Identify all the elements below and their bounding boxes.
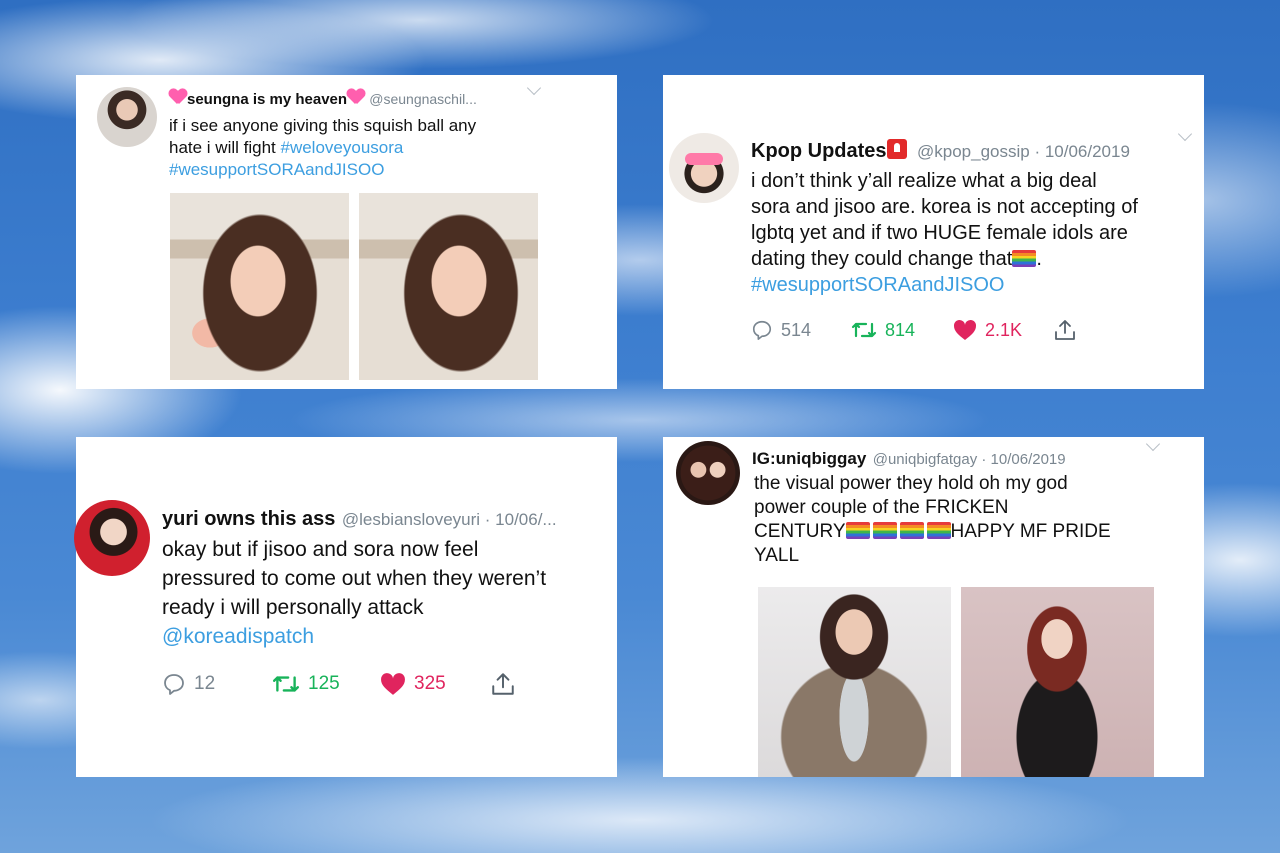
avatar[interactable]: [97, 87, 157, 147]
chevron-down-icon[interactable]: [526, 80, 542, 96]
tweet-text-line: if i see anyone giving this squish ball …: [169, 116, 477, 135]
sunglasses-icon: [685, 153, 723, 165]
avatar[interactable]: [676, 441, 740, 505]
mention-link[interactable]: @koreadispatch: [162, 622, 546, 651]
rainbow-flag-icon: [1012, 250, 1037, 267]
chevron-down-icon[interactable]: [1145, 437, 1161, 452]
user-handle[interactable]: @uniqbigfatgay · 10/06/2019: [873, 451, 1066, 468]
tweet-text-line: dating they could change that: [751, 248, 1013, 270]
reply-icon: [752, 320, 772, 340]
heart-icon: [953, 319, 977, 340]
user-handle[interactable]: @lesbiansloveyuri · 10/06/...: [342, 510, 557, 529]
retweet-icon: [851, 322, 877, 338]
rainbow-flag-icon: [845, 522, 870, 539]
tweet-text-line: lgbtq yet and if two HUGE female idols a…: [751, 222, 1128, 244]
tweet-text-line: YALL: [754, 545, 800, 566]
hashtag-link[interactable]: #weloveyousora: [281, 138, 404, 157]
retweet-count: 125: [308, 673, 340, 694]
rainbow-flag-icon: [872, 522, 897, 539]
tweet-header: seungna is my heaven @seungnaschil...: [169, 89, 477, 108]
tweet-text-line: hate i will fight: [169, 138, 281, 157]
sparkling-heart-icon: [347, 89, 365, 105]
siren-icon: [886, 139, 907, 159]
rainbow-flag-icon: [899, 522, 924, 539]
tweet-header: Kpop Updates @kpop_gossip · 10/06/2019: [751, 139, 1130, 163]
share-button[interactable]: [1053, 318, 1077, 342]
tweet-photo-1[interactable]: [170, 193, 349, 380]
tweet-text-line: okay but if jisoo and sora now feel: [162, 538, 479, 561]
tweet-text-line: power couple of the FRICKEN: [754, 497, 1009, 518]
hashtag-link[interactable]: #wesupportSORAandJISOO: [169, 159, 476, 181]
rainbow-flag-icon: [926, 522, 951, 539]
chevron-down-icon[interactable]: [1177, 126, 1193, 142]
reply-count: 12: [194, 673, 216, 694]
share-button[interactable]: [490, 671, 516, 697]
tweet-text-line: .: [1036, 248, 1042, 270]
tweet-text-line: sora and jisoo are. korea is not accepti…: [751, 196, 1138, 218]
tweet-text-line: the visual power they hold oh my god: [754, 473, 1068, 494]
tweet-header: IG:uniqbiggay @uniqbigfatgay · 10/06/201…: [752, 449, 1066, 469]
tweet-text-line: ready i will personally attack: [162, 596, 424, 619]
tweet-text-line: HAPPY MF PRIDE: [950, 521, 1111, 542]
avatar[interactable]: [74, 500, 150, 576]
like-count: 325: [414, 673, 446, 694]
tweet-card-3[interactable]: yuri owns this ass @lesbiansloveyuri · 1…: [74, 437, 617, 777]
tweet-text-line: CENTURY: [754, 521, 846, 542]
tweet-header: yuri owns this ass @lesbiansloveyuri · 1…: [162, 508, 557, 531]
like-button[interactable]: 325: [380, 672, 490, 696]
user-handle[interactable]: @kpop_gossip · 10/06/2019: [917, 142, 1130, 161]
tweet-photo-1[interactable]: [758, 587, 951, 777]
share-icon: [492, 673, 514, 695]
like-button[interactable]: 2.1K: [953, 319, 1053, 341]
retweet-button[interactable]: 125: [272, 672, 380, 696]
tweet-text: i don’t think y’all realize what a big d…: [751, 168, 1138, 298]
display-name[interactable]: seungna is my heaven: [187, 91, 347, 108]
tweet-photo-2[interactable]: [359, 193, 538, 380]
share-icon: [1055, 320, 1075, 340]
like-count: 2.1K: [985, 319, 1023, 340]
user-handle[interactable]: @seungnaschil...: [369, 91, 477, 107]
tweet-text: the visual power they hold oh my god pow…: [754, 472, 1111, 568]
reply-count: 514: [781, 319, 812, 340]
hashtag-link[interactable]: #wesupportSORAandJISOO: [751, 272, 1138, 298]
reply-button[interactable]: 514: [751, 319, 851, 341]
tweet-text: if i see anyone giving this squish ball …: [169, 115, 476, 181]
retweet-button[interactable]: 814: [851, 319, 953, 341]
avatar[interactable]: [669, 133, 739, 203]
display-name[interactable]: IG:uniqbiggay: [752, 449, 866, 468]
tweet-photo-2[interactable]: [961, 587, 1154, 777]
tweet-actions: 12 125 325: [162, 671, 516, 697]
tweet-card-2[interactable]: Kpop Updates @kpop_gossip · 10/06/2019 i…: [663, 75, 1204, 389]
tweet-text-line: pressured to come out when they weren’t: [162, 567, 547, 590]
display-name[interactable]: yuri owns this ass: [162, 508, 335, 530]
retweet-icon: [272, 676, 300, 692]
tweet-actions: 514 814 2.1K: [751, 318, 1077, 342]
heart-icon: [381, 673, 405, 695]
tweet-card-4[interactable]: IG:uniqbiggay @uniqbigfatgay · 10/06/201…: [663, 437, 1204, 777]
retweet-count: 814: [885, 319, 916, 340]
sparkling-heart-icon: [169, 89, 187, 105]
display-name[interactable]: Kpop Updates: [751, 140, 887, 162]
tweet-card-1[interactable]: seungna is my heaven @seungnaschil... if…: [76, 75, 617, 389]
tweet-text: okay but if jisoo and sora now feel pres…: [162, 535, 546, 651]
reply-icon: [164, 674, 184, 695]
tweet-text-line: i don’t think y’all realize what a big d…: [751, 170, 1097, 192]
reply-button[interactable]: 12: [162, 672, 272, 696]
